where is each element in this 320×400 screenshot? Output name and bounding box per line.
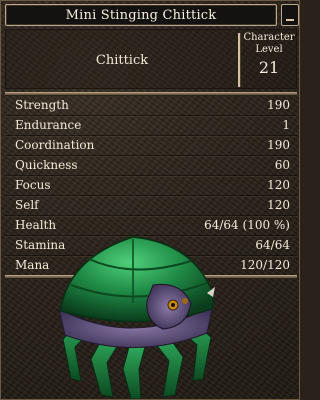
minimize-button[interactable] xyxy=(281,4,299,26)
stat-label: Strength xyxy=(15,98,69,112)
creature-name: Chittick xyxy=(95,52,149,68)
level-label-line1: Character xyxy=(243,32,295,43)
character-level-block: Character Level 21 xyxy=(240,30,298,90)
creature-appraisal-panel: Mini Stinging Chittick Chittick Characte… xyxy=(0,0,300,400)
stat-label: Focus xyxy=(15,178,51,192)
stat-row-coordination: Coordination 190 xyxy=(5,136,297,156)
stat-value: 120/120 xyxy=(240,258,290,272)
creature-header: Chittick Character Level 21 xyxy=(5,29,297,89)
stat-value: 190 xyxy=(267,98,290,112)
stat-value: 64/64 xyxy=(255,238,290,252)
character-level-value: 21 xyxy=(258,58,280,77)
stat-row-self: Self 120 xyxy=(5,196,297,216)
stat-row-strength: Strength 190 xyxy=(5,96,297,116)
stat-label: Self xyxy=(15,198,39,212)
level-label-line2: Level xyxy=(255,44,283,55)
window-title: Mini Stinging Chittick xyxy=(5,4,277,26)
stat-value: 1 xyxy=(282,118,290,132)
stat-value: 120 xyxy=(267,178,290,192)
stat-row-endurance: Endurance 1 xyxy=(5,116,297,136)
character-level-label: Character Level xyxy=(240,30,298,56)
stat-label: Coordination xyxy=(15,138,95,152)
chittick-creature-icon xyxy=(58,236,215,399)
minimize-icon xyxy=(286,19,294,21)
stat-label: Quickness xyxy=(15,158,78,172)
stat-label: Endurance xyxy=(15,118,82,132)
stat-value: 190 xyxy=(267,138,290,152)
stat-value: 120 xyxy=(267,198,290,212)
stat-row-focus: Focus 120 xyxy=(5,176,297,196)
stat-row-quickness: Quickness 60 xyxy=(5,156,297,176)
stat-value: 60 xyxy=(274,158,290,172)
